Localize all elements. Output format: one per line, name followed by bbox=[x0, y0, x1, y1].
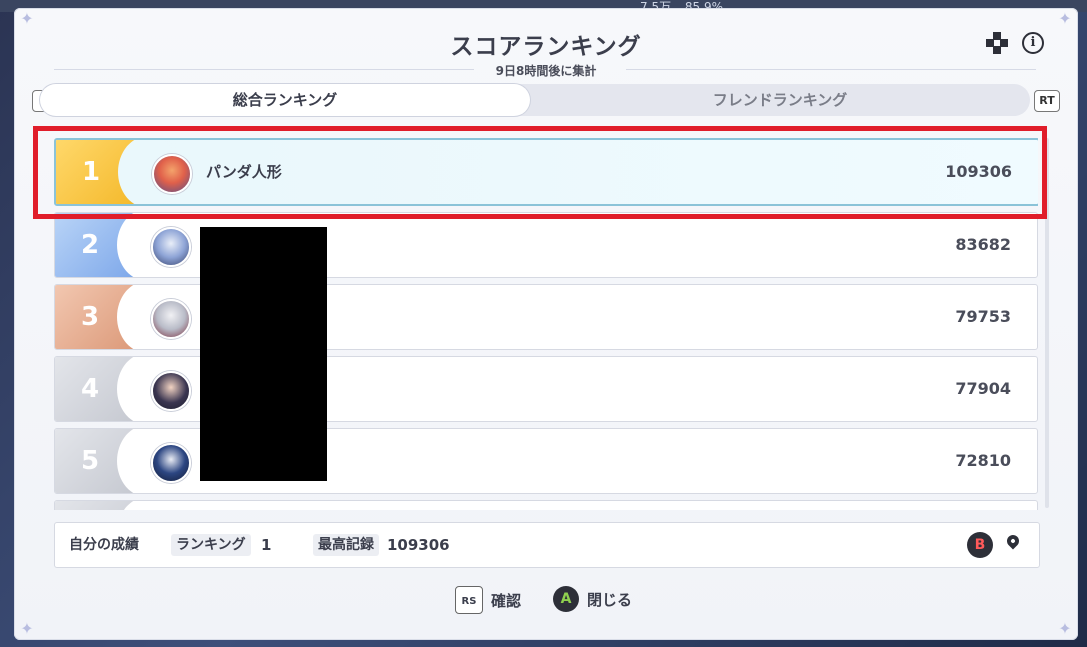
info-icon[interactable]: i bbox=[1022, 32, 1044, 54]
tab-friend-ranking[interactable]: フレンドランキング bbox=[535, 84, 1025, 116]
rank-badge: 5 bbox=[55, 429, 177, 493]
my-result-label: 自分の成績 bbox=[69, 537, 139, 553]
my-rank-label: ランキング bbox=[171, 534, 251, 556]
confirm-action[interactable]: RS 確認 bbox=[455, 586, 521, 614]
countdown-subtitle: 9日8時間後に集計 bbox=[495, 64, 597, 78]
rt-trigger-icon[interactable]: RT bbox=[1034, 90, 1060, 112]
rank-number: 4 bbox=[80, 374, 100, 404]
my-best-value: 109306 bbox=[387, 536, 450, 554]
header-actions: i bbox=[986, 32, 1044, 54]
close-action[interactable]: A 閉じる bbox=[553, 586, 632, 612]
ranking-row-partial[interactable] bbox=[54, 500, 1038, 510]
confirm-label: 確認 bbox=[491, 591, 522, 610]
selection-highlight bbox=[33, 126, 1047, 219]
my-best-label: 最高記録 bbox=[313, 534, 379, 556]
corner-ornament-icon: ✦ bbox=[1058, 619, 1072, 638]
ranking-tabs: 総合ランキング フレンドランキング bbox=[40, 84, 1030, 116]
rank-number: 2 bbox=[80, 230, 100, 260]
location-pin-icon[interactable] bbox=[1004, 532, 1022, 550]
avatar bbox=[151, 227, 191, 267]
redacted-names bbox=[200, 227, 327, 481]
avatar bbox=[151, 299, 191, 339]
b-button-icon[interactable]: B bbox=[967, 532, 993, 558]
rank-badge: 2 bbox=[55, 213, 177, 277]
a-button-icon: A bbox=[553, 586, 579, 612]
rank-badge bbox=[55, 501, 177, 510]
corner-ornament-icon: ✦ bbox=[1058, 9, 1072, 28]
corner-ornament-icon: ✦ bbox=[20, 9, 34, 28]
rank-number: 3 bbox=[80, 302, 100, 332]
player-score: 77904 bbox=[955, 379, 1011, 398]
my-rank-value: 1 bbox=[261, 536, 272, 554]
avatar bbox=[151, 443, 191, 483]
rank-number: 5 bbox=[80, 446, 100, 476]
tab-overall-ranking[interactable]: 総合ランキング bbox=[40, 84, 530, 116]
corner-ornament-icon: ✦ bbox=[20, 619, 34, 638]
close-label: 閉じる bbox=[587, 590, 633, 609]
dialog-title: スコアランキング bbox=[450, 34, 642, 60]
gamepad-icon[interactable] bbox=[986, 32, 1008, 54]
avatar bbox=[151, 371, 191, 411]
player-score: 72810 bbox=[955, 451, 1011, 470]
player-score: 79753 bbox=[955, 307, 1011, 326]
rank-badge: 3 bbox=[55, 285, 177, 349]
my-result-bar: 自分の成績 ランキング 1 最高記録 109306 B bbox=[54, 522, 1040, 568]
rank-badge: 4 bbox=[55, 357, 177, 421]
player-score: 83682 bbox=[955, 235, 1011, 254]
rs-stick-icon: RS bbox=[455, 586, 483, 614]
